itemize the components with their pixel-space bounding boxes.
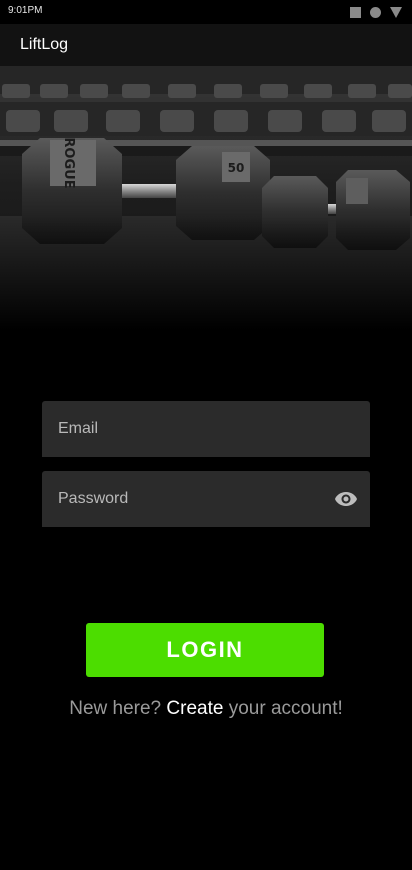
password-field[interactable] — [42, 471, 370, 527]
login-button[interactable]: LOGIN — [86, 623, 324, 677]
signal-triangle-icon — [390, 6, 402, 18]
record-circle-icon — [370, 6, 381, 18]
hero-image: ROGUE 50 — [0, 66, 412, 330]
status-icons — [350, 6, 402, 18]
dumbbell-label-rogue: ROGUE — [61, 137, 76, 188]
email-field[interactable] — [42, 401, 370, 457]
create-account-link[interactable]: Create — [166, 698, 223, 719]
email-input[interactable] — [42, 401, 370, 457]
signup-suffix: your account! — [228, 698, 343, 719]
signup-prompt: New here? Create your account! — [0, 698, 412, 720]
password-input[interactable] — [42, 471, 370, 527]
stop-square-icon — [350, 6, 361, 18]
app-title: LiftLog — [20, 36, 69, 53]
status-time: 9:01PM — [8, 5, 43, 16]
signup-prefix: New here? — [69, 698, 162, 719]
eye-icon[interactable] — [334, 487, 358, 511]
status-bar: 9:01PM — [0, 0, 412, 24]
app-bar: LiftLog — [0, 24, 412, 66]
dumbbell-rack-photo: ROGUE 50 — [0, 66, 412, 330]
login-screen: 9:01PM LiftLog ROGUE 50 Email LOGIN New … — [0, 0, 412, 870]
dumbbell-label-50: 50 — [228, 161, 245, 175]
